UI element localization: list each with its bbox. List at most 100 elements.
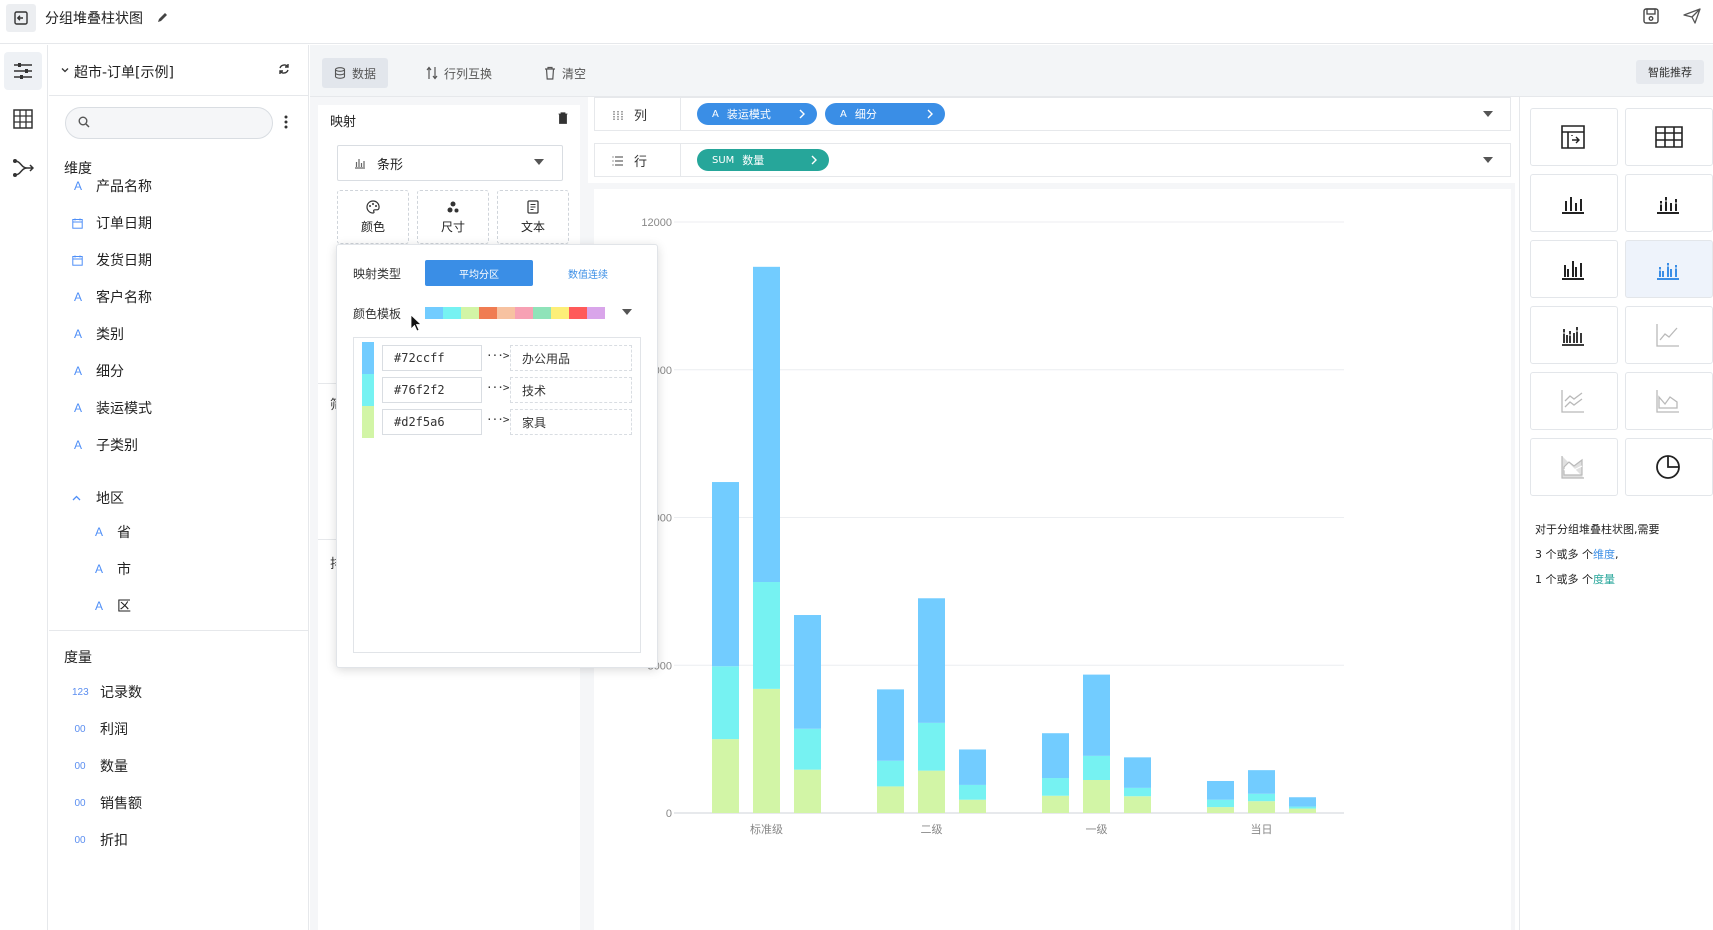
color-swatch[interactable]: [362, 342, 374, 374]
clear-button[interactable]: 清空: [532, 58, 598, 88]
dimension-field[interactable]: A 子类别: [72, 434, 138, 456]
bar-segment[interactable]: [959, 749, 986, 785]
save-icon[interactable]: [1642, 7, 1660, 25]
color-template-palette[interactable]: [425, 307, 605, 319]
color-swatch[interactable]: [362, 374, 374, 406]
dimension-field[interactable]: A 细分: [72, 360, 124, 382]
bar-segment[interactable]: [712, 739, 739, 813]
chevron-down-icon[interactable]: [61, 66, 69, 74]
dimension-field[interactable]: A区: [93, 595, 131, 617]
bar-segment[interactable]: [1083, 780, 1110, 813]
caret-down-icon[interactable]: [622, 309, 632, 315]
chart-type-option[interactable]: [1625, 306, 1713, 364]
bar-segment[interactable]: [877, 786, 904, 813]
bar-segment[interactable]: [959, 799, 986, 813]
bar-segment[interactable]: [1124, 796, 1151, 813]
send-icon[interactable]: [1682, 7, 1702, 25]
chart-type-option[interactable]: [1530, 372, 1618, 430]
color-swatch[interactable]: [362, 406, 374, 438]
dimension-field[interactable]: A 产品名称: [72, 175, 152, 197]
text-mapping-tile[interactable]: 文本: [497, 190, 569, 244]
edit-icon[interactable]: [156, 10, 170, 24]
chart-type-option[interactable]: [1625, 438, 1713, 496]
hex-color-input[interactable]: #72ccff: [382, 345, 482, 371]
color-mapping-tile[interactable]: 颜色: [337, 190, 409, 244]
dimension-field[interactable]: A 类别: [72, 323, 124, 345]
chart-type-option[interactable]: [1530, 174, 1618, 232]
region-group[interactable]: 地区: [72, 487, 124, 509]
chart-type-option[interactable]: [1625, 108, 1713, 166]
bar-segment[interactable]: [918, 770, 945, 813]
rail-flow-button[interactable]: [4, 149, 42, 187]
bar-segment[interactable]: [1124, 757, 1151, 788]
bar-segment[interactable]: [794, 728, 821, 770]
caret-down-icon[interactable]: [1483, 111, 1493, 117]
bar-segment[interactable]: [1042, 795, 1069, 813]
refresh-icon[interactable]: [278, 63, 290, 75]
bar-segment[interactable]: [1083, 674, 1110, 756]
bar-segment[interactable]: [918, 722, 945, 771]
shelf-field-pill[interactable]: A 细分: [825, 103, 945, 125]
even-partition-button[interactable]: 平均分区: [425, 260, 533, 286]
bar-segment[interactable]: [1248, 793, 1275, 802]
bar-segment[interactable]: [1207, 799, 1234, 808]
dimension-field[interactable]: A市: [93, 558, 131, 580]
measure-field[interactable]: 00 数量: [72, 755, 128, 777]
rail-settings-button[interactable]: [4, 52, 42, 90]
dimension-field[interactable]: 订单日期: [72, 212, 152, 234]
bar-segment[interactable]: [1248, 801, 1275, 813]
bar-segment[interactable]: [918, 598, 945, 723]
bar-segment[interactable]: [877, 689, 904, 761]
smart-recommend-button[interactable]: 智能推荐: [1636, 60, 1704, 84]
back-button[interactable]: [6, 4, 36, 32]
bar-segment[interactable]: [794, 615, 821, 729]
bar-segment[interactable]: [1207, 780, 1234, 800]
bar-segment[interactable]: [1083, 755, 1110, 781]
chart-type-option[interactable]: [1530, 240, 1618, 298]
dimension-field[interactable]: A省: [93, 521, 131, 543]
size-mapping-tile[interactable]: 尺寸: [417, 190, 489, 244]
bar-segment[interactable]: [794, 769, 821, 813]
measure-field[interactable]: 00 折扣: [72, 829, 128, 851]
bar-segment[interactable]: [959, 784, 986, 800]
bar-segment[interactable]: [712, 482, 739, 667]
dimension-field[interactable]: A 装运模式: [72, 397, 152, 419]
search-input[interactable]: [65, 107, 273, 139]
rail-table-button[interactable]: [4, 100, 42, 138]
continuous-value-button[interactable]: 数值连续: [540, 260, 636, 286]
dataset-title[interactable]: 超市-订单[示例]: [74, 62, 174, 82]
chart-type-option[interactable]: [1625, 174, 1713, 232]
hex-color-input[interactable]: #76f2f2: [382, 377, 482, 403]
hex-color-input[interactable]: #d2f5a6: [382, 409, 482, 435]
bar-segment[interactable]: [1042, 733, 1069, 779]
bar-segment[interactable]: [753, 582, 780, 689]
bar-segment[interactable]: [1124, 787, 1151, 797]
caret-down-icon[interactable]: [1483, 157, 1493, 163]
measure-field[interactable]: 00 利润: [72, 718, 128, 740]
bar-segment[interactable]: [1207, 807, 1234, 813]
shelf-field-pill[interactable]: A 装运模式: [697, 103, 817, 125]
bar-segment[interactable]: [753, 266, 780, 583]
bar-segment[interactable]: [877, 760, 904, 787]
more-vertical-icon[interactable]: [284, 115, 288, 129]
bar-segment[interactable]: [1289, 806, 1316, 809]
bar-segment[interactable]: [1289, 808, 1316, 813]
bar-segment[interactable]: [712, 666, 739, 740]
bar-segment[interactable]: [753, 688, 780, 813]
chart-type-option[interactable]: [1530, 438, 1618, 496]
bar-segment[interactable]: [1289, 797, 1316, 807]
bar-segment[interactable]: [1248, 770, 1275, 794]
measure-field[interactable]: 123 记录数: [72, 681, 142, 703]
chart-type-option[interactable]: [1530, 306, 1618, 364]
chart-type-option[interactable]: [1530, 108, 1618, 166]
data-tab-button[interactable]: 数据: [322, 58, 389, 88]
dimension-field[interactable]: A 客户名称: [72, 286, 152, 308]
chart-type-option[interactable]: [1625, 240, 1713, 298]
chart-type-option[interactable]: [1625, 372, 1713, 430]
bar-segment[interactable]: [1042, 778, 1069, 796]
swap-rows-columns-button[interactable]: 行列互换: [414, 58, 504, 88]
trash-icon[interactable]: [558, 112, 568, 124]
chart-type-select[interactable]: [337, 145, 563, 181]
measure-field[interactable]: 00 销售额: [72, 792, 142, 814]
dimension-field[interactable]: 发货日期: [72, 249, 152, 271]
